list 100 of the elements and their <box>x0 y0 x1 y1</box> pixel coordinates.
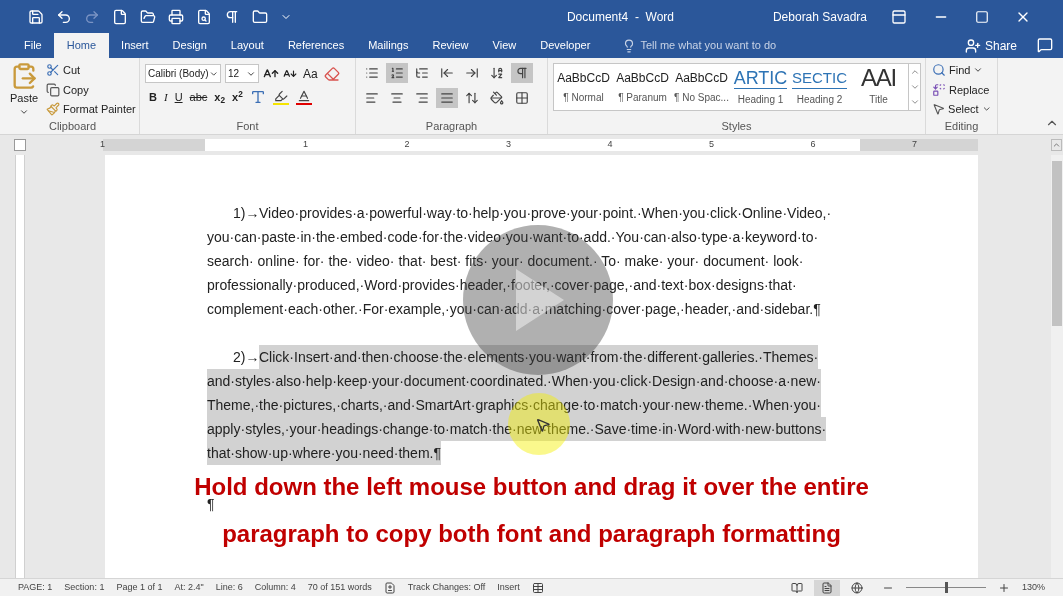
style-item[interactable]: ARTIC Heading 1 <box>731 64 790 110</box>
clear-formatting-icon[interactable] <box>323 65 340 82</box>
search-icon <box>932 63 946 78</box>
style-item[interactable]: AaBbCcD ¶ Paranum <box>613 64 672 110</box>
window-title: Document4 - Word <box>566 8 675 26</box>
select-button[interactable]: Select <box>932 101 991 118</box>
paste-button[interactable]: Paste <box>6 62 42 118</box>
ribbon-tab[interactable]: View <box>480 33 529 58</box>
format-button[interactable]: U <box>174 89 183 106</box>
user-name[interactable]: Deborah Savadra <box>772 7 867 26</box>
pilcrow-icon[interactable] <box>224 8 240 25</box>
share-button[interactable]: Share <box>964 33 1017 58</box>
style-item[interactable]: AaBbCcD ¶ No Spac... <box>672 64 731 110</box>
folder-icon[interactable] <box>140 8 156 25</box>
paragraph-button[interactable] <box>436 88 458 108</box>
text-effects-icon[interactable] <box>249 89 266 106</box>
folder-icon[interactable] <box>252 8 268 25</box>
ruler-number: 5 <box>709 138 714 151</box>
replace-button[interactable]: Replace <box>932 81 991 98</box>
align-center-icon <box>390 91 404 105</box>
style-item[interactable]: SECTIC Heading 2 <box>790 64 849 110</box>
style-item[interactable]: AAI Title <box>849 64 908 110</box>
group-label: Paragraph <box>425 118 478 134</box>
font-size-field[interactable]: 12 <box>225 64 259 83</box>
text-line: complement·each·other.·For·example,·you·can·add·a·matching·cover·page,·header,·and·sidebar.¶ <box>207 300 821 319</box>
font-name-field[interactable]: Calibri (Body) <box>145 64 221 83</box>
borders-icon <box>515 91 529 105</box>
text-line: Video·provides·a·powerful·way·to·help·you·prove·your·point.·When·you·click·Online·Video,· <box>259 204 832 223</box>
list-number: 2)→ <box>233 348 259 367</box>
macro-icon[interactable] <box>531 581 544 594</box>
format-button[interactable]: x$^{2}$ <box>232 89 243 106</box>
ribbon-tab[interactable]: Insert <box>109 33 161 58</box>
maximize-icon[interactable] <box>975 9 989 24</box>
group-label: Editing <box>944 118 979 134</box>
status-item: At: 2.4" <box>174 580 204 594</box>
paragraph-button[interactable] <box>386 63 408 83</box>
paragraph-button[interactable] <box>511 63 533 83</box>
ribbon-tab[interactable]: File <box>12 33 54 58</box>
zoom-slider[interactable] <box>905 582 986 593</box>
paint-bucket-icon <box>490 91 504 105</box>
save-icon[interactable] <box>28 8 44 25</box>
group-label: Styles <box>721 118 752 134</box>
globe-icon <box>850 581 863 594</box>
print-preview-icon[interactable] <box>196 8 212 25</box>
multilevel-list-icon <box>415 66 429 80</box>
ribbon-tab[interactable]: Design <box>160 33 219 58</box>
ribbon-tab[interactable]: Home <box>53 33 110 58</box>
format-button[interactable]: B <box>149 89 157 106</box>
caret-icon <box>909 82 920 92</box>
align-right-icon <box>415 91 429 105</box>
highlighter-icon[interactable] <box>272 89 289 106</box>
find-button[interactable]: Find <box>932 62 991 79</box>
pointer-icon <box>932 102 946 117</box>
ribbon-tab[interactable]: Mailings <box>356 33 421 58</box>
paintbrush-icon <box>46 102 60 117</box>
tell-me-field[interactable]: Tell me what you want to do <box>640 37 841 54</box>
group-label: Clipboard <box>48 118 97 134</box>
proofing-icon[interactable] <box>383 581 396 594</box>
zoom-thumb[interactable] <box>944 582 948 593</box>
sort-icon <box>490 66 504 80</box>
ruler-number: 1 <box>100 138 105 151</box>
pilcrow-icon <box>515 66 529 80</box>
indent-icon <box>465 66 479 80</box>
ribbon-tab[interactable]: Review <box>420 33 481 58</box>
group-label: Font <box>236 118 259 134</box>
caption-line: paragraph to copy both font and paragraph formatting <box>222 520 841 548</box>
tab-selector-icon[interactable] <box>14 139 26 151</box>
copy-button[interactable]: Copy <box>46 81 136 98</box>
undo-icon[interactable] <box>56 8 72 25</box>
outdent-icon <box>440 66 454 80</box>
format-button[interactable]: I <box>163 89 168 106</box>
ribbon-tab[interactable]: Layout <box>218 33 276 58</box>
text-line: professionally·produced,·Word·provides·header,·footer,·cover·page,·and·text·box·designs·that· <box>207 276 797 295</box>
format-button[interactable]: abc <box>189 89 208 106</box>
view-button[interactable] <box>813 579 840 596</box>
format-painter-button[interactable]: Format Painter <box>46 101 136 118</box>
zoom-in-icon[interactable] <box>997 581 1010 594</box>
insert-mode-status[interactable]: Insert <box>497 580 520 595</box>
ribbon-tab[interactable]: References <box>275 33 357 58</box>
align-left-icon <box>365 91 379 105</box>
new-document-icon[interactable] <box>112 8 128 25</box>
cut-button[interactable]: Cut <box>46 62 136 79</box>
justify-icon <box>440 91 454 105</box>
text-line: you·can·paste·in·the·embed·code·for·the·video·you·want·to·add.·You·can·also·type·a·keyword·to· <box>207 228 819 247</box>
status-item: Line: 6 <box>215 580 243 594</box>
ribbon-tab[interactable]: Developer <box>528 33 603 58</box>
comments-icon[interactable] <box>1037 37 1053 53</box>
printer-icon[interactable] <box>168 8 184 25</box>
status-item: PAGE: 1 <box>18 580 53 594</box>
font-color-icon[interactable] <box>295 89 312 106</box>
status-item: Page 1 of 1 <box>116 580 163 594</box>
style-item[interactable]: AaBbCcD ¶ Normal <box>554 64 613 110</box>
change-case-button[interactable]: Aa <box>301 64 320 83</box>
copy-icon <box>46 82 60 97</box>
ribbon-display-icon[interactable] <box>891 8 907 25</box>
format-button[interactable]: x$_{2}$ <box>214 89 226 106</box>
line-spacing-icon <box>465 91 479 105</box>
zoom-level[interactable]: 130% <box>1021 580 1045 595</box>
track-changes-status[interactable]: Track Changes: Off <box>407 580 486 595</box>
page-icon <box>820 581 833 594</box>
